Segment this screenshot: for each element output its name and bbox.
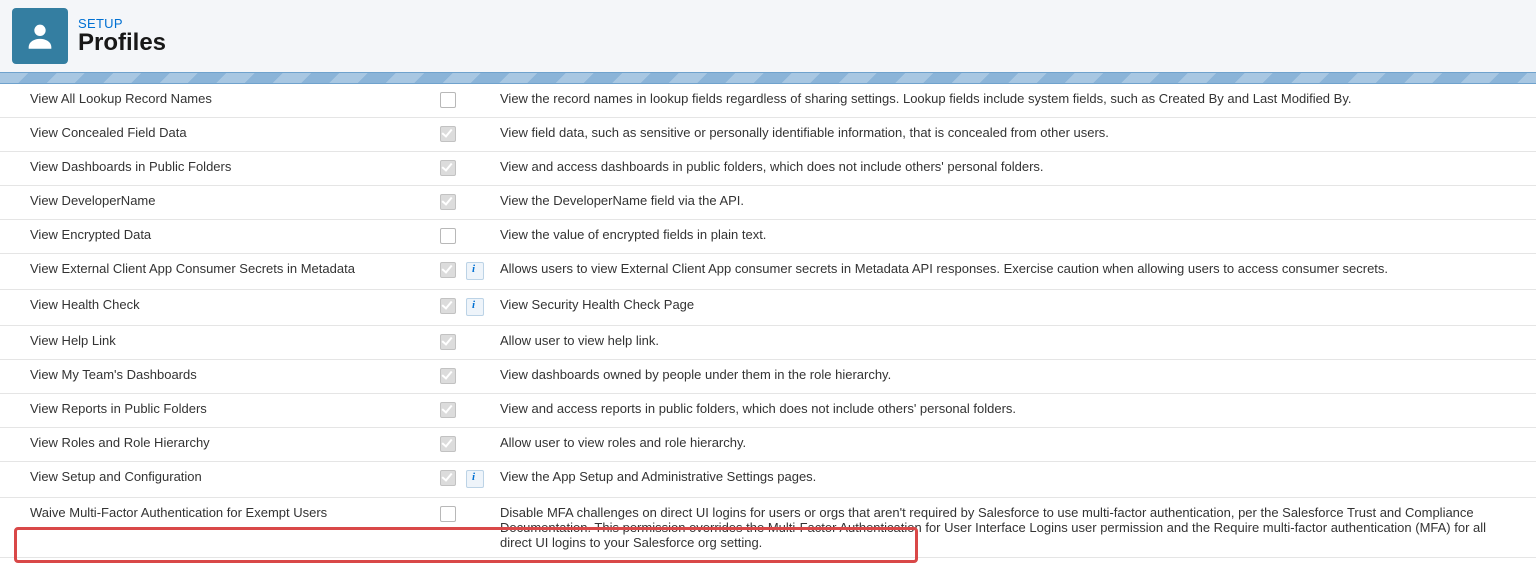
permission-desc: View Security Health Check Page (490, 290, 1536, 326)
info-icon[interactable] (466, 470, 484, 488)
permission-checkbox[interactable] (440, 298, 456, 314)
permission-row: View Concealed Field Data View field dat… (0, 118, 1536, 152)
permission-row: View Reports in Public Folders View and … (0, 394, 1536, 428)
permission-checkbox[interactable] (440, 436, 456, 452)
permission-row: View All Lookup Record Names View the re… (0, 84, 1536, 118)
permission-desc: View dashboards owned by people under th… (490, 360, 1536, 394)
permission-label: View Encrypted Data (0, 220, 438, 254)
permission-row: View Setup and Configuration View the Ap… (0, 462, 1536, 498)
permission-row: View DeveloperName View the DeveloperNam… (0, 186, 1536, 220)
info-icon[interactable] (466, 262, 484, 280)
permission-checkbox[interactable] (440, 262, 456, 278)
permission-row: View Help Link Allow user to view help l… (0, 326, 1536, 360)
permission-label: View Dashboards in Public Folders (0, 152, 438, 186)
permission-checkbox[interactable] (440, 334, 456, 350)
permission-label: View External Client App Consumer Secret… (0, 254, 438, 290)
permission-checkbox[interactable] (440, 194, 456, 210)
permission-desc: View and access reports in public folder… (490, 394, 1536, 428)
permission-desc: View the App Setup and Administrative Se… (490, 462, 1536, 498)
permission-row: View Health Check View Security Health C… (0, 290, 1536, 326)
permission-row: View External Client App Consumer Secret… (0, 254, 1536, 290)
permission-desc: Allow user to view roles and role hierar… (490, 428, 1536, 462)
permission-desc: Disable MFA challenges on direct UI logi… (490, 498, 1536, 558)
permission-desc: View and access dashboards in public fol… (490, 152, 1536, 186)
permission-row: Waive Multi-Factor Authentication for Ex… (0, 498, 1536, 558)
permission-checkbox[interactable] (440, 228, 456, 244)
permission-checkbox[interactable] (440, 470, 456, 486)
permission-label: View Concealed Field Data (0, 118, 438, 152)
permission-checkbox[interactable] (440, 506, 456, 522)
info-icon[interactable] (466, 298, 484, 316)
permission-desc: Allows users to view External Client App… (490, 254, 1536, 290)
permission-label: View Reports in Public Folders (0, 394, 438, 428)
profiles-icon (12, 8, 68, 64)
permission-label: View All Lookup Record Names (0, 84, 438, 118)
permissions-table: View All Lookup Record Names View the re… (0, 84, 1536, 558)
permission-desc: View the value of encrypted fields in pl… (490, 220, 1536, 254)
permission-desc: View field data, such as sensitive or pe… (490, 118, 1536, 152)
permission-label: View Roles and Role Hierarchy (0, 428, 438, 462)
permission-label: View DeveloperName (0, 186, 438, 220)
permission-row: View Dashboards in Public Folders View a… (0, 152, 1536, 186)
permission-label: View My Team's Dashboards (0, 360, 438, 394)
permission-desc: Allow user to view help link. (490, 326, 1536, 360)
page-title: Profiles (78, 29, 166, 57)
permission-checkbox[interactable] (440, 92, 456, 108)
permission-label: View Help Link (0, 326, 438, 360)
person-icon (23, 19, 57, 53)
permission-row: View Encrypted Data View the value of en… (0, 220, 1536, 254)
header-ribbon (0, 72, 1536, 84)
page-header: SETUP Profiles (0, 0, 1536, 72)
permission-desc: View the DeveloperName field via the API… (490, 186, 1536, 220)
permission-row: View Roles and Role Hierarchy Allow user… (0, 428, 1536, 462)
permission-label: View Health Check (0, 290, 438, 326)
permission-checkbox[interactable] (440, 160, 456, 176)
permission-checkbox[interactable] (440, 402, 456, 418)
permission-checkbox[interactable] (440, 368, 456, 384)
permission-label: Waive Multi-Factor Authentication for Ex… (0, 498, 438, 558)
permission-checkbox[interactable] (440, 126, 456, 142)
permission-row: View My Team's Dashboards View dashboard… (0, 360, 1536, 394)
permission-label: View Setup and Configuration (0, 462, 438, 498)
permission-desc: View the record names in lookup fields r… (490, 84, 1536, 118)
